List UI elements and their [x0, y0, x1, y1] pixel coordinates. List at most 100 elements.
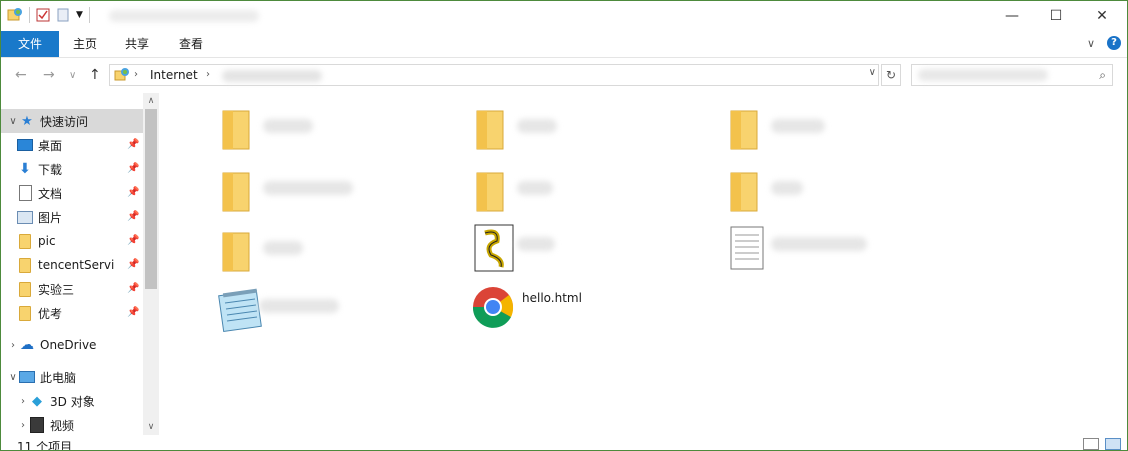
address-dropdown-icon[interactable]: ∨	[869, 67, 876, 78]
file-item[interactable]	[215, 285, 415, 343]
ribbon-tabs: 文件 主页 共享 查看 ∨ ?	[1, 31, 1127, 58]
file-name-redacted	[771, 119, 825, 133]
close-button[interactable]: ✕	[1079, 1, 1125, 31]
nav-label: 视频	[50, 418, 75, 433]
nav-this-pc[interactable]: ∨ 此电脑	[1, 365, 143, 389]
folder-item[interactable]	[727, 167, 927, 225]
navigation-pane: ∨ ★ 快速访问 桌面 📌 ⬇ 下载 📌 文档 📌 图片 📌 pic 📌 ten…	[1, 93, 159, 435]
folder-icon	[222, 110, 250, 150]
expand-ribbon-icon[interactable]: ∨	[1087, 37, 1095, 50]
new-folder-icon[interactable]	[56, 8, 70, 22]
file-name-redacted	[517, 181, 553, 195]
large-icons-view-icon[interactable]	[1105, 438, 1121, 450]
pin-icon: 📌	[127, 307, 140, 318]
help-icon[interactable]: ?	[1107, 36, 1121, 50]
maximize-button[interactable]: ☐	[1033, 1, 1079, 31]
tab-home[interactable]: 主页	[61, 31, 109, 57]
folder-icon	[17, 281, 33, 297]
file-name-redacted	[263, 241, 303, 255]
status-bar: 11 个项目	[1, 435, 1127, 450]
properties-icon[interactable]	[36, 8, 50, 22]
address-bar[interactable]: › Internet › ∨	[109, 64, 879, 86]
star-icon: ★	[21, 113, 33, 129]
up-icon[interactable]: ↑	[89, 67, 101, 83]
nav-label: 快速访问	[40, 114, 89, 129]
network-icon	[114, 68, 129, 81]
explorer-app-icon[interactable]	[7, 7, 23, 23]
folder-icon	[730, 172, 758, 212]
forward-icon[interactable]: →	[43, 67, 55, 83]
breadcrumb-redacted	[222, 70, 322, 82]
nav-label: 3D 对象	[50, 394, 95, 409]
chevron-right-icon[interactable]: ›	[17, 396, 29, 407]
scroll-up-icon[interactable]: ∧	[143, 93, 159, 109]
nav-label: 图片	[38, 210, 63, 225]
chevron-right-icon[interactable]: ›	[17, 420, 29, 431]
minimize-button[interactable]: —	[989, 1, 1035, 31]
search-input[interactable]: ⌕	[911, 64, 1113, 86]
computer-icon	[19, 369, 35, 385]
toolbar-separator	[88, 7, 90, 23]
nav-quick-access[interactable]: ∨ ★ 快速访问	[1, 109, 143, 133]
nav-videos[interactable]: › 视频	[1, 413, 153, 437]
chevron-down-icon[interactable]: ∨	[7, 116, 19, 127]
recent-locations-icon[interactable]: ∨	[69, 70, 76, 81]
file-name-redacted	[517, 119, 557, 133]
tab-share[interactable]: 共享	[113, 31, 161, 57]
file-item[interactable]	[727, 223, 927, 281]
cloud-icon: ☁	[20, 337, 34, 353]
back-icon[interactable]: ←	[15, 67, 27, 83]
nav-3d-objects[interactable]: › ◆ 3D 对象	[1, 389, 153, 413]
folder-item[interactable]	[219, 105, 419, 163]
file-item[interactable]	[473, 223, 673, 281]
nav-onedrive[interactable]: › ☁ OneDrive	[1, 333, 143, 357]
pin-icon: 📌	[127, 211, 140, 222]
nav-label: tencentServi	[38, 258, 115, 272]
file-name-label: hello.html	[522, 291, 582, 305]
folder-item[interactable]	[727, 105, 927, 163]
breadcrumb-internet[interactable]: Internet	[150, 68, 198, 82]
folder-item[interactable]	[473, 167, 673, 225]
nav-label: 优考	[38, 306, 63, 321]
nav-label: 此电脑	[40, 370, 77, 385]
title-bar: ▼ — ☐ ✕	[1, 1, 1127, 31]
film-icon	[29, 417, 45, 433]
nav-scrollbar-thumb[interactable]	[145, 109, 157, 289]
file-list: hello.html	[161, 93, 1127, 435]
refresh-button[interactable]: ↻	[881, 64, 901, 86]
nav-label: 文档	[38, 186, 63, 201]
file-name-redacted	[263, 181, 353, 195]
nav-label: 实验三	[38, 282, 75, 297]
tab-file[interactable]: 文件	[1, 31, 59, 57]
nav-label: OneDrive	[40, 338, 97, 352]
details-view-icon[interactable]	[1083, 438, 1099, 450]
documents-icon	[17, 185, 33, 201]
nav-label: 下载	[38, 162, 63, 177]
tab-view[interactable]: 查看	[167, 31, 215, 57]
chevron-right-icon[interactable]: ›	[7, 340, 19, 351]
chevron-down-icon[interactable]: ∨	[7, 372, 19, 383]
text-document-icon	[730, 226, 764, 270]
customize-toolbar-icon[interactable]: ▼	[76, 10, 83, 20]
file-name-redacted	[259, 299, 339, 313]
file-item-hello-html[interactable]: hello.html	[471, 285, 671, 343]
pin-icon: 📌	[127, 163, 140, 174]
explorer-window: ▼ — ☐ ✕ 文件 主页 共享 查看 ∨ ? ← → ∨ ↑ › Intern…	[0, 0, 1128, 451]
chrome-icon	[472, 287, 514, 328]
pin-icon: 📌	[127, 187, 140, 198]
folder-icon	[17, 305, 33, 321]
folder-item[interactable]	[219, 167, 419, 225]
folder-item[interactable]	[219, 227, 419, 285]
folder-icon	[476, 110, 504, 150]
ribbon-right-controls: ∨ ?	[1087, 36, 1121, 50]
folder-icon	[730, 110, 758, 150]
folder-icon	[17, 257, 33, 273]
desktop-icon	[17, 137, 33, 153]
pictures-icon	[17, 209, 33, 225]
scroll-down-icon[interactable]: ∨	[143, 419, 159, 435]
breadcrumb-separator-icon: ›	[134, 69, 138, 80]
pin-icon: 📌	[127, 235, 140, 246]
folder-item[interactable]	[473, 105, 673, 163]
nav-label: pic	[38, 234, 56, 248]
script-file-icon	[474, 224, 514, 272]
